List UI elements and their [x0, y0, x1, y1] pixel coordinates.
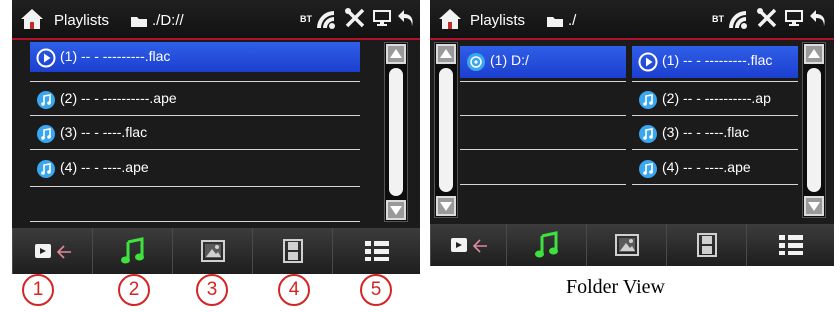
toolbar-button-picture[interactable]: [172, 228, 252, 274]
list-item[interactable]: (4) -- - ----.ape: [30, 153, 360, 183]
list-item[interactable]: (3) -- - ----.flac: [632, 118, 798, 148]
file-label: (1) -- - ---------.flac: [662, 52, 773, 68]
list-item[interactable]: (1) -- - ---------.flac: [632, 46, 798, 78]
toolbar-button-list[interactable]: [332, 228, 420, 274]
music-note-icon: [534, 231, 558, 258]
list-item[interactable]: (2) -- - ----------.ape: [30, 84, 360, 114]
arrow-down-icon: [440, 202, 452, 211]
back-switch-icon: [450, 238, 487, 253]
wifi-signal-icon: [317, 11, 335, 29]
play-circle-icon: [638, 52, 658, 72]
header-title: Playlists: [470, 12, 526, 29]
scroll-down-button[interactable]: [804, 196, 824, 216]
file-label: (2) -- - ----------.ape: [60, 90, 177, 106]
home-icon[interactable]: [438, 8, 462, 30]
toolbar-button-switch[interactable]: [430, 224, 506, 266]
bt-label: BT: [300, 14, 312, 24]
scrollbar-thumb[interactable]: [389, 68, 403, 196]
music-note-icon: [639, 160, 657, 178]
callout-3: 3: [196, 274, 228, 306]
bottom-toolbar: [12, 224, 420, 274]
list-menu-icon: [364, 241, 389, 261]
scrollbar-thumb[interactable]: [439, 68, 453, 192]
disc-icon: [467, 53, 485, 71]
picture-icon: [614, 234, 639, 256]
toolbar-button-video[interactable]: [252, 228, 332, 274]
header-divider: [12, 38, 420, 40]
arrow-up-icon: [808, 49, 820, 58]
arrow-down-icon: [390, 206, 402, 215]
folder-label: (1) D:/: [490, 52, 529, 68]
file-label: (1) -- - ---------.flac: [60, 48, 171, 64]
header-title: Playlists: [54, 12, 110, 29]
toolbar-button-video[interactable]: [666, 224, 746, 266]
picture-icon: [200, 240, 225, 262]
header-path: ./: [568, 12, 577, 29]
scroll-down-button[interactable]: [386, 200, 406, 220]
film-icon: [696, 233, 717, 257]
music-note-icon: [639, 125, 657, 143]
folder-view-screen: Playlists ./ BT (1) D:/ (1) -- - -------…: [430, 0, 834, 266]
file-label: (2) -- - ----------.ap: [662, 90, 771, 106]
music-note-icon: [120, 237, 144, 264]
header-bar: Playlists ./ BT: [430, 0, 834, 38]
list-item[interactable]: (3) -- - ----.flac: [30, 118, 360, 148]
settings-tools-icon[interactable]: [756, 7, 778, 29]
scroll-up-button[interactable]: [804, 44, 824, 64]
callout-1: 1: [22, 274, 54, 306]
wifi-signal-icon: [729, 11, 747, 29]
bt-label: BT: [712, 14, 724, 24]
toolbar-button-music[interactable]: [92, 228, 172, 274]
music-note-icon: [639, 91, 657, 109]
scroll-down-button[interactable]: [436, 196, 456, 216]
callout-5: 5: [360, 274, 392, 306]
arrow-down-icon: [808, 202, 820, 211]
back-switch-icon: [34, 244, 71, 259]
display-icon[interactable]: [784, 9, 804, 27]
back-arrow-icon[interactable]: [808, 7, 828, 29]
list-item[interactable]: (1) -- - ---------.flac: [30, 42, 360, 72]
display-icon[interactable]: [372, 9, 392, 27]
file-label: (3) -- - ----.flac: [60, 124, 148, 140]
toolbar-button-list[interactable]: [746, 224, 834, 266]
bottom-toolbar: [430, 220, 834, 266]
music-note-icon: [37, 91, 55, 109]
header-divider: [430, 38, 834, 40]
header-bar: Playlists ./D:// BT: [12, 0, 420, 38]
header-path: ./D://: [152, 12, 184, 29]
music-note-icon: [37, 125, 55, 143]
toolbar-button-picture[interactable]: [586, 224, 666, 266]
settings-tools-icon[interactable]: [344, 7, 366, 29]
callout-4: 4: [278, 274, 310, 306]
folder-item[interactable]: (1) D:/: [460, 46, 626, 78]
folder-icon: [131, 17, 147, 27]
toolbar-button-switch[interactable]: [12, 228, 92, 274]
play-circle-icon: [36, 48, 56, 68]
arrow-up-icon: [440, 49, 452, 58]
folder-icon: [547, 17, 563, 27]
scroll-up-button[interactable]: [436, 44, 456, 64]
playlist-screen-left: Playlists ./D:// BT (1) -- - ---------.f…: [12, 0, 420, 274]
scrollbar-thumb[interactable]: [807, 68, 821, 192]
arrow-up-icon: [390, 49, 402, 58]
toolbar-button-music[interactable]: [506, 224, 586, 266]
list-item[interactable]: (2) -- - ----------.ap: [632, 84, 798, 114]
file-label: (4) -- - ----.ape: [60, 159, 149, 175]
list-item[interactable]: (4) -- - ----.ape: [632, 153, 798, 183]
figure-caption: Folder View: [566, 276, 665, 298]
file-label: (4) -- - ----.ape: [662, 159, 751, 175]
file-label: (3) -- - ----.flac: [662, 124, 750, 140]
music-note-icon: [37, 160, 55, 178]
scroll-up-button[interactable]: [386, 44, 406, 64]
film-icon: [282, 239, 303, 263]
back-arrow-icon[interactable]: [396, 7, 416, 29]
home-icon[interactable]: [20, 8, 44, 30]
list-menu-icon: [778, 235, 803, 255]
callout-2: 2: [118, 274, 150, 306]
